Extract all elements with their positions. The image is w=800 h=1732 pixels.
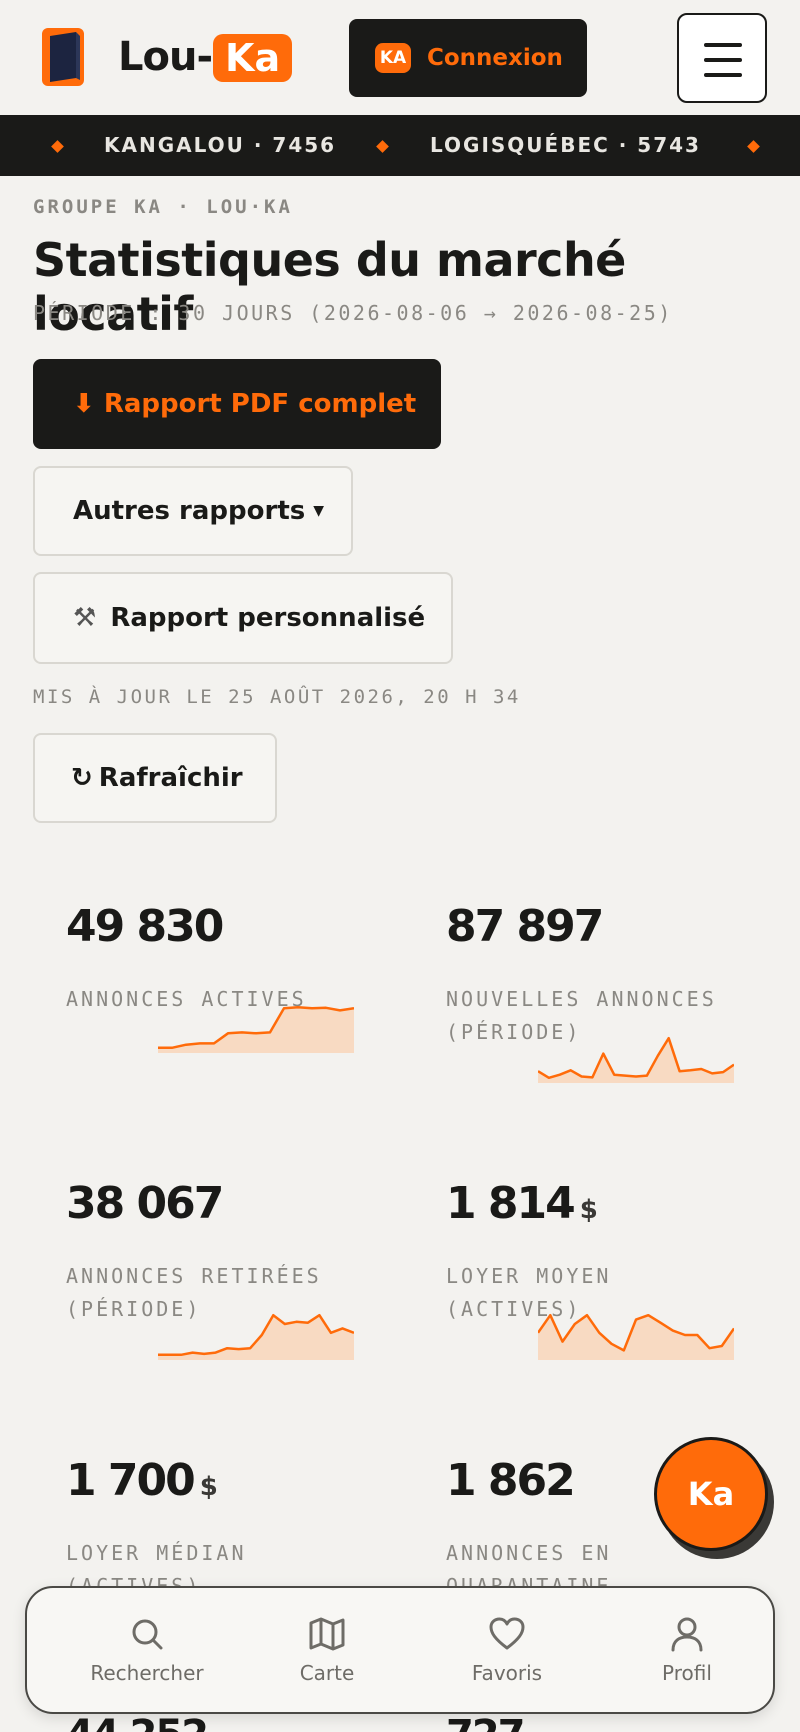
- pdf-report-label: ⬇ Rapport PDF complet: [73, 389, 417, 419]
- ticker-diamond-icon: [747, 140, 760, 153]
- updated-timestamp: MIS À JOUR LE 25 AOÛT 2026, 20 H 34: [33, 686, 521, 708]
- sparkline-chart: [538, 1036, 734, 1083]
- nav-label: Rechercher: [90, 1661, 204, 1685]
- stat-value: 87 897: [446, 901, 604, 952]
- stat-value: 1 700 $: [66, 1455, 218, 1506]
- breadcrumb: GROUPE KA · LOU·KA: [33, 196, 293, 218]
- app-header: Lou- Ka KA Connexion: [0, 0, 800, 115]
- custom-report-label: Rapport personnalisé: [110, 603, 426, 633]
- tools-icon: ⚒: [73, 603, 97, 633]
- refresh-icon: ↻: [71, 763, 93, 793]
- fab-label: Ka: [687, 1475, 735, 1513]
- stat-value-peek: 44 252: [66, 1712, 209, 1732]
- map-icon: [309, 1617, 345, 1651]
- login-button[interactable]: KA Connexion: [349, 19, 587, 97]
- stat-card: 49 830 ANNONCES ACTIVES: [66, 905, 406, 1016]
- pdf-report-button[interactable]: ⬇ Rapport PDF complet: [33, 359, 441, 449]
- sparkline-chart: [158, 1006, 354, 1053]
- sparkline-area: [158, 1007, 354, 1053]
- nav-item-map[interactable]: Carte: [237, 1588, 417, 1712]
- heart-icon: [489, 1617, 525, 1650]
- logo-badge: Ka: [213, 34, 293, 82]
- refresh-label: Rafraîchir: [98, 763, 243, 793]
- login-label: Connexion: [427, 45, 563, 71]
- sparkline-chart: [538, 1313, 734, 1360]
- bottom-navigation: Rechercher Carte Favoris Profil: [25, 1586, 775, 1714]
- other-reports-label: Autres rapports: [73, 496, 306, 526]
- menu-button[interactable]: [677, 13, 767, 103]
- refresh-button[interactable]: ↻ Rafraîchir: [33, 733, 277, 823]
- nav-label: Carte: [299, 1661, 355, 1685]
- user-icon: [671, 1617, 703, 1652]
- stat-value: 38 067: [66, 1178, 224, 1229]
- ticker-item: KANGALOU · 7456: [104, 133, 337, 157]
- search-icon: [132, 1619, 163, 1650]
- lou-ka-logo-icon[interactable]: [40, 26, 86, 88]
- stat-card: 87 897 NOUVELLES ANNONCES (PÉRIODE): [446, 905, 786, 1049]
- other-reports-button[interactable]: Autres rapports ▼: [33, 466, 353, 556]
- nav-item-search[interactable]: Rechercher: [57, 1588, 237, 1712]
- ticker-diamond-icon: [51, 140, 64, 153]
- assistant-fab-button[interactable]: Ka: [654, 1437, 768, 1551]
- ticker-item: LOGISQUÉBEC · 5743: [430, 133, 701, 157]
- login-badge: KA: [375, 43, 411, 73]
- ticker-bar: KANGALOU · 7456 LOGISQUÉBEC · 5743: [0, 115, 800, 176]
- period-label: PÉRIODE : 30 JOURS (2026-08-06 → 2026-08…: [33, 301, 673, 325]
- stat-value-peek: 727: [446, 1712, 525, 1732]
- nav-item-favorites[interactable]: Favoris: [417, 1588, 597, 1712]
- custom-report-button[interactable]: ⚒ Rapport personnalisé: [33, 572, 453, 664]
- logo-text: Lou-: [118, 34, 213, 80]
- caret-down-icon: ▼: [313, 503, 325, 519]
- ticker-diamond-icon: [376, 140, 389, 153]
- stat-card: 38 067 ANNONCES RETIRÉES (PÉRIODE): [66, 1182, 406, 1326]
- nav-item-profile[interactable]: Profil: [597, 1588, 777, 1712]
- stat-value: 1 814 $: [446, 1178, 598, 1229]
- stat-card: 1 814 $ LOYER MOYEN (ACTIVES): [446, 1182, 786, 1326]
- stat-value: 49 830: [66, 901, 224, 952]
- sparkline-chart: [158, 1313, 354, 1360]
- nav-label: Profil: [662, 1661, 712, 1685]
- stat-card: 1 700$ LOYER MÉDIAN (ACTIVES): [66, 1459, 406, 1603]
- nav-label: Favoris: [471, 1661, 543, 1685]
- hamburger-icon: [704, 43, 742, 47]
